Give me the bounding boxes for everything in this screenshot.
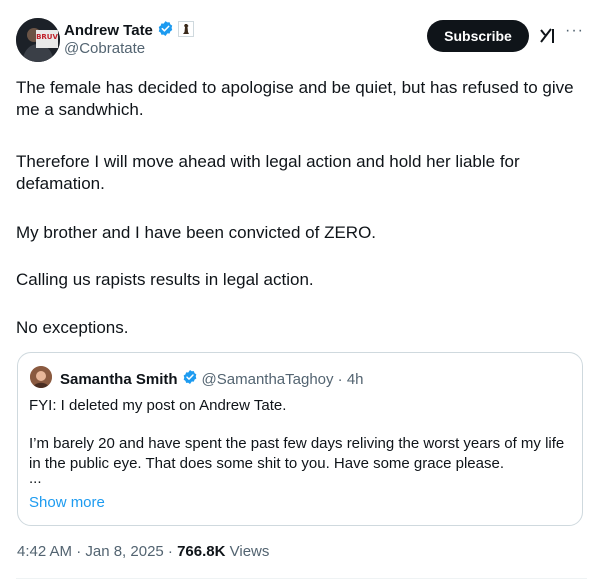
affiliate-badge-icon[interactable] (177, 20, 194, 41)
avatar-badge-text: BRUV (36, 33, 58, 41)
author-name-row: Andrew Tate (64, 20, 194, 41)
views-count: 766.8K (177, 543, 226, 560)
post-paragraph-1: The female has decided to apologise and … (16, 78, 574, 119)
quoted-handle-time[interactable]: @SamanthaTaghoy · 4h (202, 371, 364, 388)
show-more-link[interactable]: Show more (29, 494, 105, 511)
quoted-post[interactable]: Samantha Smith @SamanthaTaghoy · 4h FYI:… (17, 352, 583, 526)
author-handle[interactable]: @Cobratate (64, 40, 145, 57)
post-meta: 4:42 AM · Jan 8, 2025 · 766.8K Views (17, 543, 269, 560)
quoted-text-line1: FYI: I deleted my post on Andrew Tate. (29, 397, 287, 414)
post-paragraph-4: Calling us rapists results in legal acti… (16, 270, 314, 289)
quoted-author-name[interactable]: Samantha Smith (60, 371, 178, 388)
post-timestamp[interactable]: 4:42 AM · Jan 8, 2025 · (17, 543, 177, 560)
grok-icon[interactable] (538, 26, 558, 46)
subscribe-button[interactable]: Subscribe (427, 20, 529, 52)
quoted-verified-badge-icon (182, 369, 198, 389)
quoted-text-line2: I’m barely 20 and have spent the past fe… (29, 435, 565, 472)
post-paragraph-5: No exceptions. (16, 318, 129, 337)
views-label: Views (225, 543, 270, 560)
more-options-icon[interactable]: ··· (565, 22, 584, 40)
author-name[interactable]: Andrew Tate (64, 22, 153, 39)
author-avatar[interactable]: BRUV (16, 18, 60, 62)
verified-badge-icon (157, 20, 174, 41)
quoted-text-ellipsis: ... (29, 470, 42, 487)
post-paragraph-2: Therefore I will move ahead with legal a… (16, 152, 520, 193)
quoted-author-avatar[interactable] (30, 366, 52, 388)
post-paragraph-3: My brother and I have been convicted of … (16, 223, 377, 242)
quoted-author-row: Samantha Smith @SamanthaTaghoy · 4h (60, 369, 364, 389)
divider (16, 578, 587, 579)
